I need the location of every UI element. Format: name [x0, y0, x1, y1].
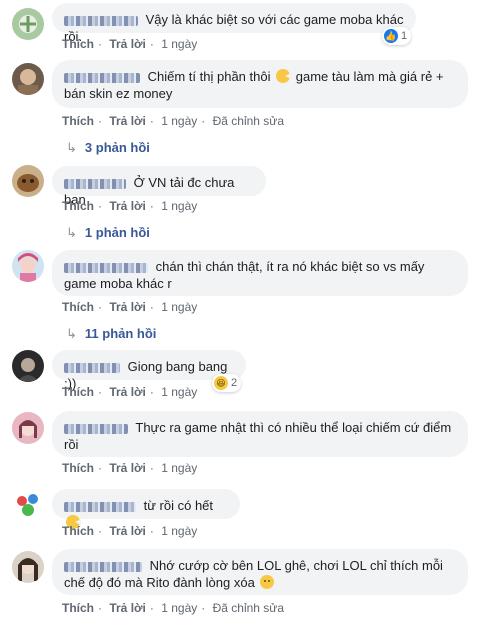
- like-link[interactable]: Thích: [62, 461, 94, 475]
- timestamp[interactable]: 1 ngày: [161, 37, 197, 51]
- reaction-badge[interactable]: 😆 2: [212, 374, 242, 392]
- reply-link[interactable]: Trả lời: [109, 199, 146, 213]
- timestamp[interactable]: 1 ngày: [161, 524, 197, 538]
- avatar[interactable]: [12, 250, 44, 282]
- timestamp[interactable]: 1 ngày: [161, 300, 197, 314]
- avatar[interactable]: [12, 412, 44, 444]
- replies-count: 1 phản hồi: [84, 225, 150, 240]
- like-link[interactable]: Thích: [62, 524, 94, 538]
- reply-link[interactable]: Trả lời: [109, 524, 146, 538]
- reply-arrow-icon: ↳: [66, 140, 77, 155]
- timestamp[interactable]: 1 ngày: [161, 114, 197, 128]
- view-replies-link[interactable]: ↳ 1 phản hồi: [66, 225, 150, 241]
- replies-count: 3 phản hồi: [84, 140, 150, 155]
- comment-bubble: Ở VN tải đc chưa bạn: [52, 166, 266, 207]
- comment-text: từ rồi có hết: [143, 498, 214, 513]
- view-replies-link[interactable]: ↳ 3 phản hồi: [66, 140, 150, 156]
- avatar[interactable]: [12, 489, 44, 521]
- avatar[interactable]: [12, 63, 44, 95]
- comment-bubble: chán thì chán thật, ít ra nó khác biệt s…: [52, 250, 468, 296]
- author-name[interactable]: [64, 501, 136, 512]
- sad-emoji: [260, 575, 275, 589]
- like-link[interactable]: Thích: [62, 601, 94, 615]
- reaction-count: 2: [231, 377, 238, 389]
- replies-count: 11 phản hồi: [84, 326, 157, 341]
- reply-arrow-icon: ↳: [66, 326, 77, 341]
- pacman-emoji: [276, 69, 292, 83]
- author-name[interactable]: [64, 178, 126, 189]
- timestamp[interactable]: 1 ngày: [161, 461, 197, 475]
- like-icon: 👍: [384, 29, 398, 43]
- author-name[interactable]: [64, 15, 138, 26]
- reply-link[interactable]: Trả lời: [109, 601, 146, 615]
- reply-link[interactable]: Trả lời: [109, 37, 146, 51]
- view-replies-link[interactable]: ↳ 11 phản hồi: [66, 326, 156, 342]
- author-name[interactable]: [64, 72, 140, 83]
- like-link[interactable]: Thích: [62, 114, 94, 128]
- avatar[interactable]: [12, 350, 44, 382]
- avatar[interactable]: [12, 551, 44, 583]
- haha-icon: 😆: [214, 376, 228, 390]
- reply-arrow-icon: ↳: [66, 225, 77, 240]
- reply-link[interactable]: Trả lời: [109, 114, 146, 128]
- like-link[interactable]: Thích: [62, 385, 94, 399]
- reaction-badge[interactable]: 👍 1: [382, 27, 412, 45]
- comment-bubble: Thực ra game nhật thì có nhiều thể loại …: [52, 411, 468, 457]
- like-link[interactable]: Thích: [62, 300, 94, 314]
- comment-text: Chiếm tí thị phần thôi: [147, 69, 271, 84]
- like-link[interactable]: Thích: [62, 199, 94, 213]
- reply-link[interactable]: Trả lời: [109, 300, 146, 314]
- comment-bubble: từ rồi có hết: [52, 489, 240, 529]
- author-name[interactable]: [64, 423, 128, 434]
- edited-label[interactable]: Đã chỉnh sửa: [213, 601, 284, 615]
- comment-bubble: Nhớ cướp cờ bên LOL ghê, chơi LOL chỉ th…: [52, 549, 468, 595]
- author-name[interactable]: [64, 362, 120, 373]
- timestamp[interactable]: 1 ngày: [161, 385, 197, 399]
- avatar[interactable]: [12, 8, 44, 40]
- reply-link[interactable]: Trả lời: [109, 385, 146, 399]
- reaction-count: 1: [401, 30, 408, 42]
- author-name[interactable]: [64, 262, 148, 273]
- author-name[interactable]: [64, 561, 142, 572]
- edited-label[interactable]: Đã chỉnh sửa: [213, 114, 284, 128]
- comment-bubble: Chiếm tí thị phần thôi game tàu làm mà g…: [52, 60, 468, 108]
- avatar[interactable]: [12, 165, 44, 197]
- timestamp[interactable]: 1 ngày: [161, 199, 197, 213]
- comment-bubble: Vậy là khác biệt so với các game moba kh…: [52, 3, 416, 44]
- timestamp[interactable]: 1 ngày: [161, 601, 197, 615]
- like-link[interactable]: Thích: [62, 37, 94, 51]
- reply-link[interactable]: Trả lời: [109, 461, 146, 475]
